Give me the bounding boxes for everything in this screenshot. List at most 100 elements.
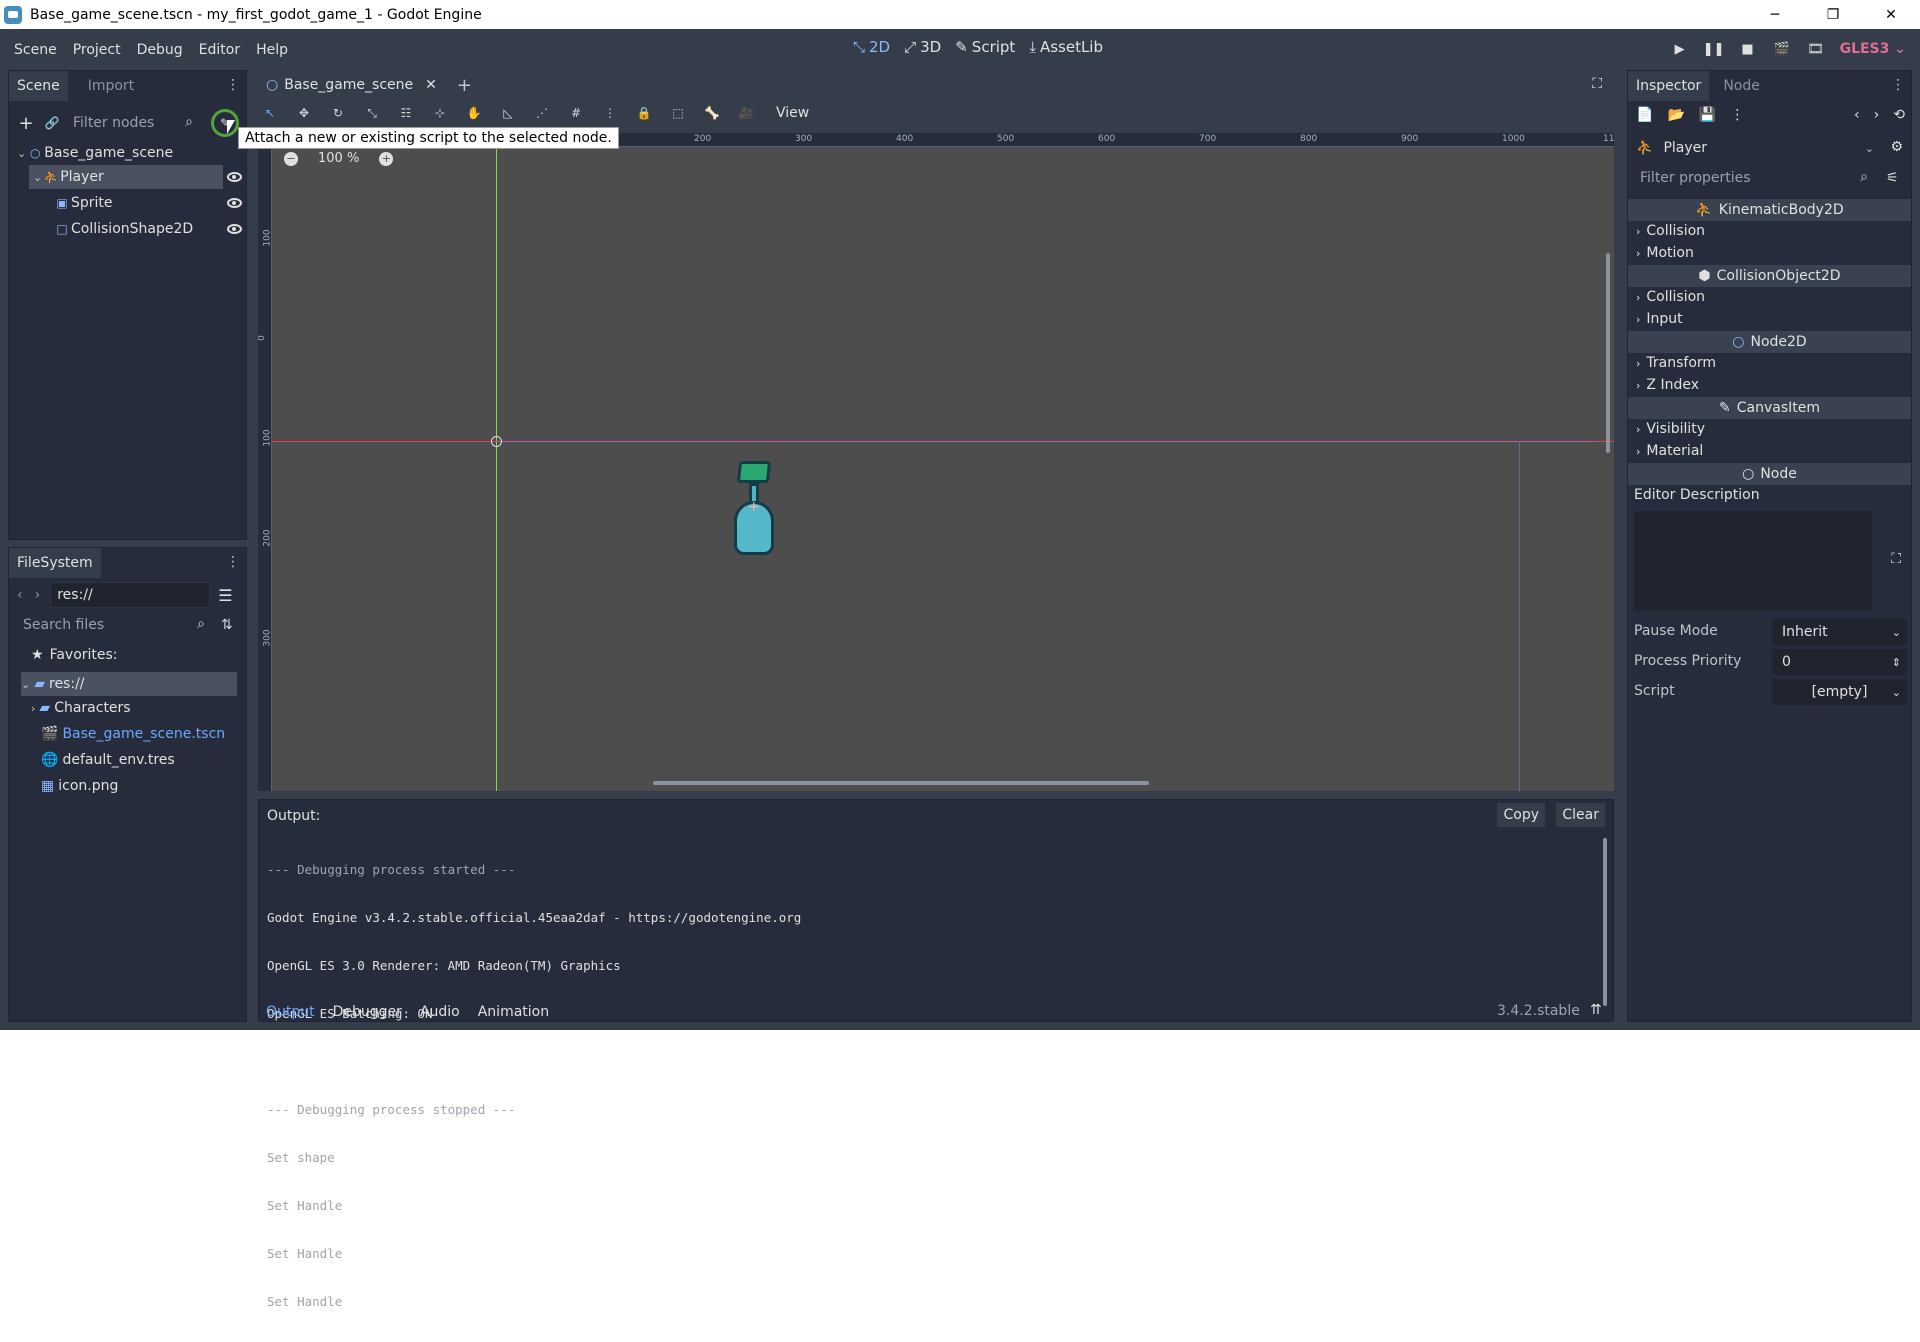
- tree-item-player[interactable]: ⌄ ⛹ Player: [29, 165, 223, 189]
- fs-item-icon-png[interactable]: ▦ icon.png: [41, 778, 118, 794]
- fs-item-base-game-scene[interactable]: 🎬 Base_game_scene.tscn: [41, 726, 225, 742]
- play-button[interactable]: ▶: [1670, 39, 1690, 59]
- forward-arrow-icon[interactable]: ›: [1874, 107, 1880, 123]
- sort-icon[interactable]: ⇅: [221, 617, 233, 633]
- scene-tab-base-game-scene[interactable]: ○ Base_game_scene ✕: [258, 70, 445, 100]
- zoom-in-icon[interactable]: +: [379, 151, 394, 166]
- canvas-viewport[interactable]: 100 200 300 400 500 600 700 800 900 1000…: [258, 133, 1614, 791]
- ruler-mode-icon[interactable]: ◺: [500, 105, 516, 121]
- object-selector[interactable]: ⛹ Player ⌄: [1636, 135, 1878, 161]
- inspector-menu-icon[interactable]: ⋮: [1891, 77, 1905, 93]
- prop-group-material[interactable]: › Material: [1636, 443, 1703, 459]
- visibility-eye-icon[interactable]: [227, 224, 242, 234]
- minimize-button[interactable]: ─: [1746, 0, 1804, 29]
- path-field[interactable]: res://: [50, 582, 211, 608]
- main-screen-2d[interactable]: ⤡ 2D: [853, 38, 890, 56]
- prop-group-transform[interactable]: › Transform: [1636, 355, 1716, 371]
- clear-button[interactable]: Clear: [1556, 803, 1605, 827]
- menu-help[interactable]: Help: [248, 42, 296, 58]
- menu-debug[interactable]: Debug: [129, 42, 191, 58]
- menu-scene[interactable]: Scene: [6, 42, 65, 58]
- filter-options-icon[interactable]: ⚟: [1886, 170, 1899, 186]
- copy-button[interactable]: Copy: [1497, 803, 1545, 827]
- tab-animation[interactable]: Animation: [478, 1004, 549, 1020]
- zoom-out-icon[interactable]: −: [284, 151, 298, 166]
- prop-group-z-index[interactable]: › Z Index: [1636, 377, 1699, 393]
- close-button[interactable]: ✕: [1862, 0, 1920, 29]
- tab-filesystem[interactable]: FileSystem: [9, 548, 101, 578]
- expand-bottom-panel-icon[interactable]: ⇈: [1590, 1002, 1602, 1018]
- restore-button[interactable]: ❐: [1804, 0, 1862, 29]
- instance-scene-icon[interactable]: 🔗: [43, 114, 61, 132]
- skeleton-icon[interactable]: 🦴: [704, 105, 720, 121]
- select-mode-icon[interactable]: ↖: [262, 105, 278, 121]
- output-scrollbar[interactable]: [1603, 838, 1607, 1006]
- fs-item-default-env[interactable]: 🌐 default_env.tres: [41, 752, 175, 768]
- close-tab-icon[interactable]: ✕: [425, 77, 437, 93]
- process-priority-spinbox[interactable]: 0 ⇕: [1772, 649, 1907, 675]
- view-menu[interactable]: View: [776, 105, 809, 121]
- grid-snap-icon[interactable]: #: [568, 105, 584, 121]
- editor-description-field[interactable]: [1634, 511, 1872, 611]
- filesystem-menu-icon[interactable]: ⋮: [226, 554, 240, 570]
- main-screen-3d[interactable]: ⤢ 3D: [904, 38, 941, 56]
- tab-scene[interactable]: Scene: [9, 71, 68, 101]
- play-custom-scene-button[interactable]: 🎞: [1806, 39, 1826, 59]
- visibility-eye-icon[interactable]: [227, 198, 242, 208]
- fs-root-item[interactable]: ⌄ ▰ res://: [21, 672, 237, 696]
- pause-button[interactable]: ❚❚: [1703, 39, 1725, 59]
- pause-mode-select[interactable]: Inherit ⌄: [1772, 619, 1907, 645]
- prop-group-collision[interactable]: › Collision: [1636, 289, 1705, 305]
- object-properties-icon[interactable]: ⚙: [1890, 139, 1903, 155]
- search-files-input[interactable]: Search files ⌕: [17, 612, 213, 638]
- pan-mode-icon[interactable]: ✋: [466, 105, 482, 121]
- add-node-icon[interactable]: +: [17, 113, 35, 134]
- group-icon[interactable]: ⬚: [670, 105, 686, 121]
- tree-item-base-game-scene[interactable]: ⌄ ○ Base_game_scene: [17, 141, 237, 165]
- tree-item-sprite[interactable]: ▣ Sprite: [53, 191, 112, 215]
- forward-arrow-icon[interactable]: ›: [35, 587, 41, 603]
- player-sprite[interactable]: +: [732, 461, 776, 557]
- spin-arrows-icon[interactable]: ⇕: [1892, 656, 1901, 669]
- snap-options-icon[interactable]: ⋮: [602, 105, 618, 121]
- scene-dock-menu-icon[interactable]: ⋮: [226, 77, 240, 93]
- filter-nodes-input[interactable]: Filter nodes ⌕: [67, 110, 197, 136]
- add-scene-tab-icon[interactable]: +: [457, 75, 472, 96]
- menu-editor[interactable]: Editor: [191, 42, 248, 58]
- resource-menu-icon[interactable]: ⋮: [1730, 107, 1744, 123]
- rotate-mode-icon[interactable]: ↻: [330, 105, 346, 121]
- tab-inspector[interactable]: Inspector: [1628, 71, 1710, 101]
- horizontal-scrollbar[interactable]: [653, 781, 1149, 785]
- move-mode-icon[interactable]: ✥: [296, 105, 312, 121]
- fs-item-characters[interactable]: › ▰ Characters: [31, 700, 131, 716]
- distraction-free-icon[interactable]: ⛶: [1592, 76, 1602, 92]
- renderer-select[interactable]: GLES3 ⌄: [1840, 41, 1906, 57]
- save-resource-icon[interactable]: 💾: [1699, 107, 1716, 123]
- split-mode-icon[interactable]: ☰: [218, 586, 232, 605]
- favorites-item[interactable]: ★ Favorites:: [31, 647, 118, 663]
- play-scene-button[interactable]: 🎬: [1772, 39, 1792, 59]
- visibility-eye-icon[interactable]: [227, 172, 242, 182]
- main-screen-assetlib[interactable]: ⤓ AssetLib: [1029, 38, 1103, 56]
- filter-properties-input[interactable]: Filter properties ⌕: [1634, 165, 1874, 191]
- lock-icon[interactable]: 🔒: [636, 105, 652, 121]
- history-icon[interactable]: ⟲: [1893, 107, 1905, 123]
- vertical-scrollbar[interactable]: [1606, 253, 1610, 453]
- prop-group-motion[interactable]: › Motion: [1636, 245, 1694, 261]
- camera-override-icon[interactable]: 🎥: [738, 105, 754, 121]
- menu-project[interactable]: Project: [65, 42, 129, 58]
- pivot-mode-icon[interactable]: ⊹: [432, 105, 448, 121]
- load-resource-icon[interactable]: 📂: [1667, 107, 1684, 123]
- back-arrow-icon[interactable]: ‹: [17, 587, 23, 603]
- expand-icon[interactable]: ⛶: [1891, 551, 1901, 567]
- list-select-icon[interactable]: ☷: [398, 105, 414, 121]
- smart-snap-icon[interactable]: ⋰: [534, 105, 550, 121]
- tab-import[interactable]: Import: [80, 71, 142, 101]
- scale-mode-icon[interactable]: ⤡: [364, 105, 380, 121]
- script-resource-picker[interactable]: [empty] ⌄: [1772, 679, 1907, 705]
- tree-item-collisionshape2d[interactable]: □ CollisionShape2D: [53, 217, 193, 241]
- tab-node[interactable]: Node: [1715, 71, 1768, 101]
- tab-audio[interactable]: Audio: [420, 1004, 460, 1020]
- main-screen-script[interactable]: ✎ Script: [955, 38, 1015, 56]
- prop-group-visibility[interactable]: › Visibility: [1636, 421, 1705, 437]
